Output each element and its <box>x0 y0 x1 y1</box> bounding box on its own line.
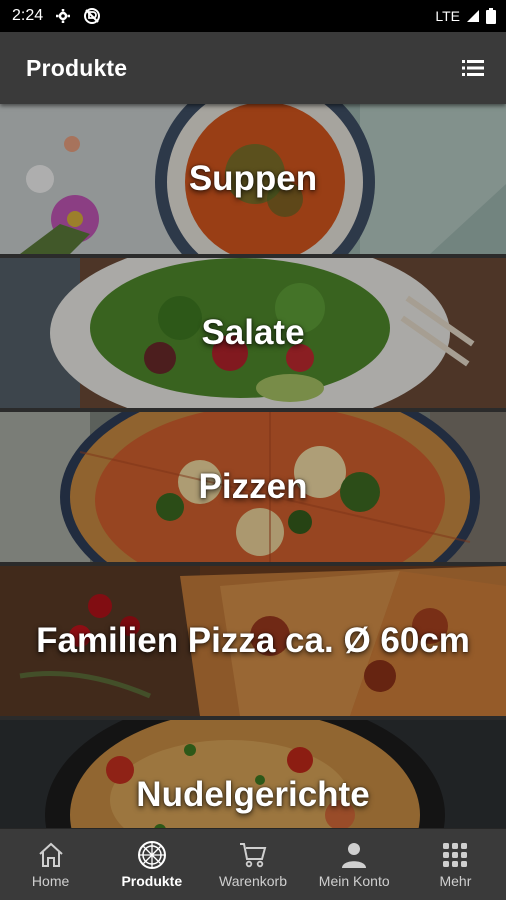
category-list: Suppen Salate Pizzen Familien Pizza ca. … <box>0 104 506 828</box>
bottom-nav: Home Produkte Warenkorb Mein Konto Mehr <box>0 828 506 900</box>
list-view-icon <box>462 60 484 76</box>
category-salate[interactable]: Salate <box>0 258 506 408</box>
page-title: Produkte <box>26 54 128 81</box>
category-label: Nudelgerichte <box>136 775 370 814</box>
nav-mehr[interactable]: Mehr <box>405 829 506 900</box>
category-label: Suppen <box>188 159 318 198</box>
home-icon <box>37 840 65 870</box>
status-right: LTE <box>435 8 496 24</box>
network-type: LTE <box>435 8 460 24</box>
nav-warenkorb[interactable]: Warenkorb <box>202 829 303 900</box>
category-label: Salate <box>201 313 305 352</box>
app-bar: Produkte <box>0 32 506 104</box>
nav-label: Mein Konto <box>318 873 390 889</box>
category-nudelgerichte[interactable]: Nudelgerichte <box>0 720 506 828</box>
person-icon <box>341 840 367 870</box>
pizza-icon <box>137 840 167 870</box>
nav-label: Warenkorb <box>219 873 287 889</box>
battery-icon <box>486 8 496 24</box>
nav-label: Produkte <box>121 873 183 889</box>
nav-mein-konto[interactable]: Mein Konto <box>304 829 405 900</box>
nav-home[interactable]: Home <box>0 829 101 900</box>
category-familien-pizza[interactable]: Familien Pizza ca. Ø 60cm <box>0 566 506 716</box>
category-label: Familien Pizza ca. Ø 60cm <box>36 621 470 660</box>
signal-icon <box>466 9 480 23</box>
gear-icon <box>55 8 71 24</box>
status-bar: 2:24 LTE <box>0 0 506 32</box>
cart-icon <box>238 840 268 870</box>
status-left: 2:24 <box>12 7 101 25</box>
nav-label: Mehr <box>439 873 472 889</box>
category-pizzen[interactable]: Pizzen <box>0 412 506 562</box>
category-label: Pizzen <box>198 467 308 506</box>
list-view-button[interactable] <box>458 53 488 83</box>
status-time: 2:24 <box>12 7 44 24</box>
nav-produkte[interactable]: Produkte <box>101 829 202 900</box>
grid-icon <box>442 840 468 870</box>
no-disturb-icon <box>83 7 101 25</box>
category-suppen[interactable]: Suppen <box>0 104 506 254</box>
nav-label: Home <box>31 873 70 889</box>
